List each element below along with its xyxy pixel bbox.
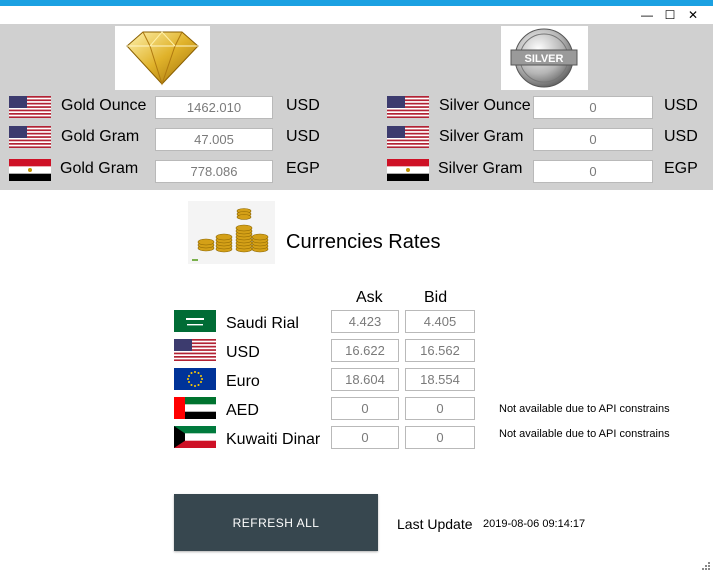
- title-bar[interactable]: [0, 6, 713, 24]
- eu-flag-icon: [174, 368, 216, 390]
- silver-gram-egp-field[interactable]: 0: [533, 160, 653, 183]
- currency-name-usd: USD: [226, 344, 260, 361]
- bid-column-header: Bid: [424, 289, 448, 306]
- usd-ask-field[interactable]: 16.622: [331, 339, 399, 362]
- aed-unavailable-note: Not available due to API constrains: [499, 403, 670, 415]
- silver-gram-egp-unit: EGP: [664, 160, 698, 177]
- silver-coin-icon: SILVER: [501, 26, 588, 90]
- gold-gram-egp-unit: EGP: [286, 160, 320, 177]
- silver-gram-usd-label: Silver Gram: [439, 128, 524, 145]
- usa-flag-icon: [9, 96, 51, 118]
- currencies-title: Currencies Rates: [286, 231, 441, 253]
- refresh-all-button[interactable]: REFRESH ALL: [174, 494, 378, 551]
- last-update-timestamp: 2019-08-06 09:14:17: [483, 518, 586, 530]
- resize-grip-icon[interactable]: [700, 557, 710, 570]
- egypt-flag-icon: [9, 159, 51, 181]
- minimize-button[interactable]: —: [636, 6, 658, 24]
- euro-bid-field[interactable]: 18.554: [405, 368, 475, 391]
- currency-name-saudi-rial: Saudi Rial: [226, 315, 299, 332]
- usa-flag-icon: [174, 339, 216, 361]
- ask-column-header: Ask: [356, 289, 383, 306]
- maximize-button[interactable]: ☐: [659, 6, 681, 24]
- gold-diamond-icon: [115, 26, 210, 90]
- silver-gram-usd-field[interactable]: 0: [533, 128, 653, 151]
- aed-ask-field[interactable]: 0: [331, 397, 399, 420]
- silver-ounce-label: Silver Ounce: [439, 97, 531, 114]
- silver-gram-usd-unit: USD: [664, 128, 698, 145]
- usa-flag-icon: [387, 126, 429, 148]
- saudi-rial-bid-field[interactable]: 4.405: [405, 310, 475, 333]
- euro-ask-field[interactable]: 18.604: [331, 368, 399, 391]
- close-button[interactable]: ✕: [682, 6, 704, 24]
- gold-gram-egp-label: Gold Gram: [60, 160, 139, 177]
- currency-name-aed: AED: [226, 402, 259, 419]
- svg-text:SILVER: SILVER: [525, 53, 564, 65]
- silver-ounce-usd-field[interactable]: 0: [533, 96, 653, 119]
- gold-gram-usd-field[interactable]: 47.005: [155, 128, 273, 151]
- uae-flag-icon: [174, 397, 216, 419]
- kuwaiti-dinar-bid-field[interactable]: 0: [405, 426, 475, 449]
- gold-ounce-unit: USD: [286, 97, 320, 114]
- metals-panel: SILVER Gold Ounce 1462.010 USD Gold Gram…: [0, 24, 713, 190]
- saudi-flag-icon: [174, 310, 216, 332]
- usd-bid-field[interactable]: 16.562: [405, 339, 475, 362]
- currency-name-kuwaiti-dinar: Kuwaiti Dinar: [226, 431, 321, 448]
- currency-name-euro: Euro: [226, 373, 260, 390]
- saudi-rial-ask-field[interactable]: 4.423: [331, 310, 399, 333]
- gold-gram-usd-label: Gold Gram: [61, 128, 140, 145]
- usa-flag-icon: [387, 96, 429, 118]
- kuwait-flag-icon: [174, 426, 216, 448]
- gold-ounce-usd-field[interactable]: 1462.010: [155, 96, 273, 119]
- silver-ounce-unit: USD: [664, 97, 698, 114]
- kuwaiti-dinar-unavailable-note: Not available due to API constrains: [499, 428, 670, 440]
- aed-bid-field[interactable]: 0: [405, 397, 475, 420]
- last-update-label: Last Update: [397, 516, 473, 532]
- gold-gram-usd-unit: USD: [286, 128, 320, 145]
- silver-gram-egp-label: Silver Gram: [438, 160, 523, 177]
- kuwaiti-dinar-ask-field[interactable]: 0: [331, 426, 399, 449]
- gold-ounce-label: Gold Ounce: [61, 97, 147, 114]
- gold-gram-egp-field[interactable]: 778.086: [155, 160, 273, 183]
- egypt-flag-icon: [387, 159, 429, 181]
- usa-flag-icon: [9, 126, 51, 148]
- gold-coins-icon: [188, 201, 275, 264]
